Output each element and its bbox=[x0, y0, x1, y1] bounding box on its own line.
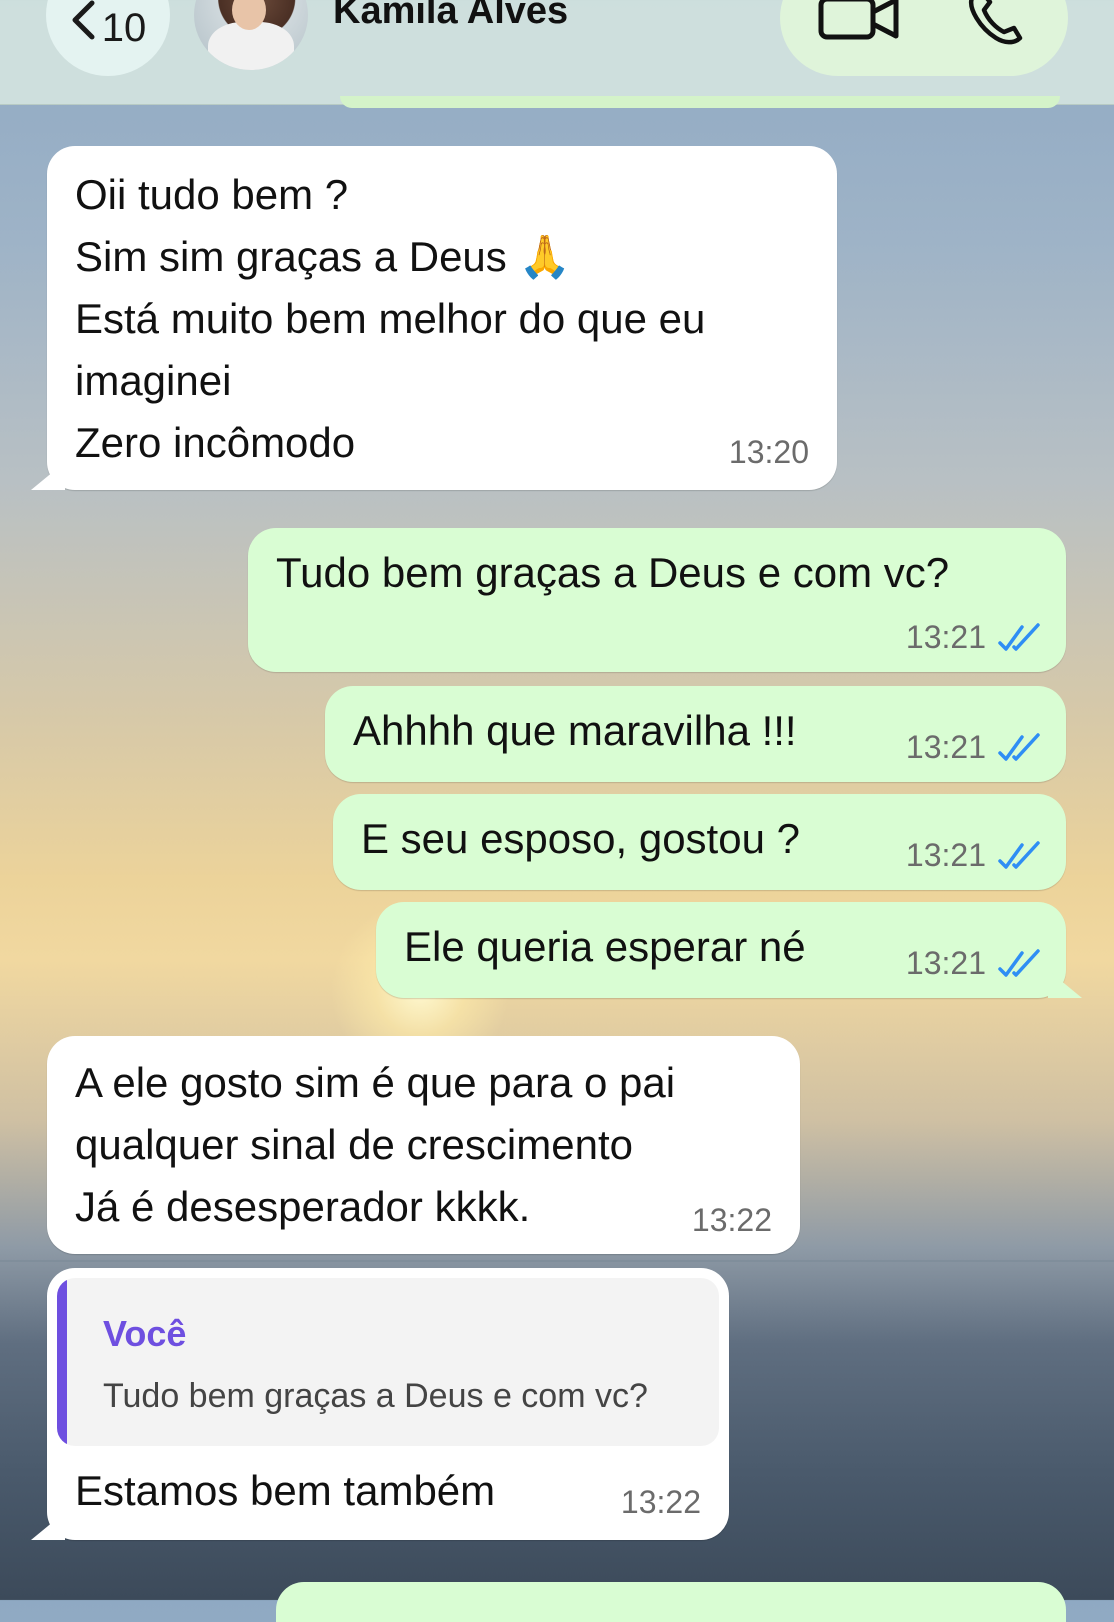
read-receipt-icon bbox=[998, 733, 1044, 766]
message-bubble-outgoing[interactable]: E seu esposo, gostou ? 13:21 bbox=[333, 794, 1066, 890]
message-time: 13:20 bbox=[728, 434, 809, 470]
message-text: Tudo bem graças a Deus e com vc? bbox=[276, 549, 950, 596]
message-text: Zero incômodo bbox=[75, 419, 356, 466]
phone-call-icon[interactable] bbox=[966, 0, 1028, 51]
message-text: Oii tudo bem ? bbox=[75, 171, 349, 218]
wallpaper-horizon bbox=[0, 1260, 1114, 1262]
message-bubble-incoming[interactable]: A ele gosto sim é que para o pai qualque… bbox=[47, 1036, 800, 1254]
quoted-message[interactable]: Você Tudo bem graças a Deus e com vc? bbox=[57, 1278, 719, 1446]
contact-name[interactable]: Kamila Alves bbox=[333, 0, 568, 33]
message-bubble-incoming-reply[interactable]: Você Tudo bem graças a Deus e com vc? Es… bbox=[47, 1268, 729, 1540]
chevron-left-icon bbox=[70, 0, 96, 48]
message-time: 13:21 bbox=[906, 731, 1044, 766]
message-text: imaginei bbox=[75, 357, 232, 404]
message-text: A ele gosto sim é que para o pai bbox=[75, 1059, 676, 1106]
message-text: Já é desesperador kkkk. bbox=[75, 1183, 531, 1230]
back-button[interactable]: 10 bbox=[46, 0, 170, 76]
video-call-icon[interactable] bbox=[818, 0, 900, 45]
read-receipt-icon bbox=[998, 623, 1044, 656]
read-receipt-icon bbox=[998, 841, 1044, 874]
quote-author: Você bbox=[103, 1313, 187, 1354]
quote-accent-bar bbox=[57, 1278, 67, 1446]
previous-message-peek bbox=[340, 96, 1060, 108]
next-message-peek bbox=[276, 1582, 1066, 1622]
call-actions bbox=[780, 0, 1068, 76]
message-bubble-outgoing[interactable]: Tudo bem graças a Deus e com vc? 13:21 bbox=[248, 528, 1066, 672]
message-time: 13:21 bbox=[906, 839, 1044, 874]
avatar[interactable] bbox=[194, 0, 308, 70]
message-text: Sim sim graças a Deus 🙏 bbox=[75, 233, 571, 280]
message-bubble-outgoing[interactable]: Ahhhh que maravilha !!! 13:21 bbox=[325, 686, 1066, 782]
message-bubble-incoming[interactable]: Oii tudo bem ? Sim sim graças a Deus 🙏 E… bbox=[47, 146, 837, 490]
message-time: 13:21 bbox=[906, 621, 1044, 656]
message-time: 13:22 bbox=[620, 1484, 701, 1520]
message-time: 13:22 bbox=[691, 1202, 772, 1238]
chat-header: 10 Kamila Alves bbox=[0, 0, 1114, 108]
message-time: 13:21 bbox=[906, 947, 1044, 982]
message-text: Está muito bem melhor do que eu bbox=[75, 295, 706, 342]
message-bubble-outgoing[interactable]: Ele queria esperar né 13:21 bbox=[376, 902, 1066, 998]
unread-count: 10 bbox=[101, 6, 147, 50]
quote-text: Tudo bem graças a Deus e com vc? bbox=[103, 1377, 648, 1415]
message-text: Estamos bem também bbox=[75, 1467, 496, 1514]
read-receipt-icon bbox=[998, 949, 1044, 982]
message-text: qualquer sinal de crescimento bbox=[75, 1121, 633, 1168]
